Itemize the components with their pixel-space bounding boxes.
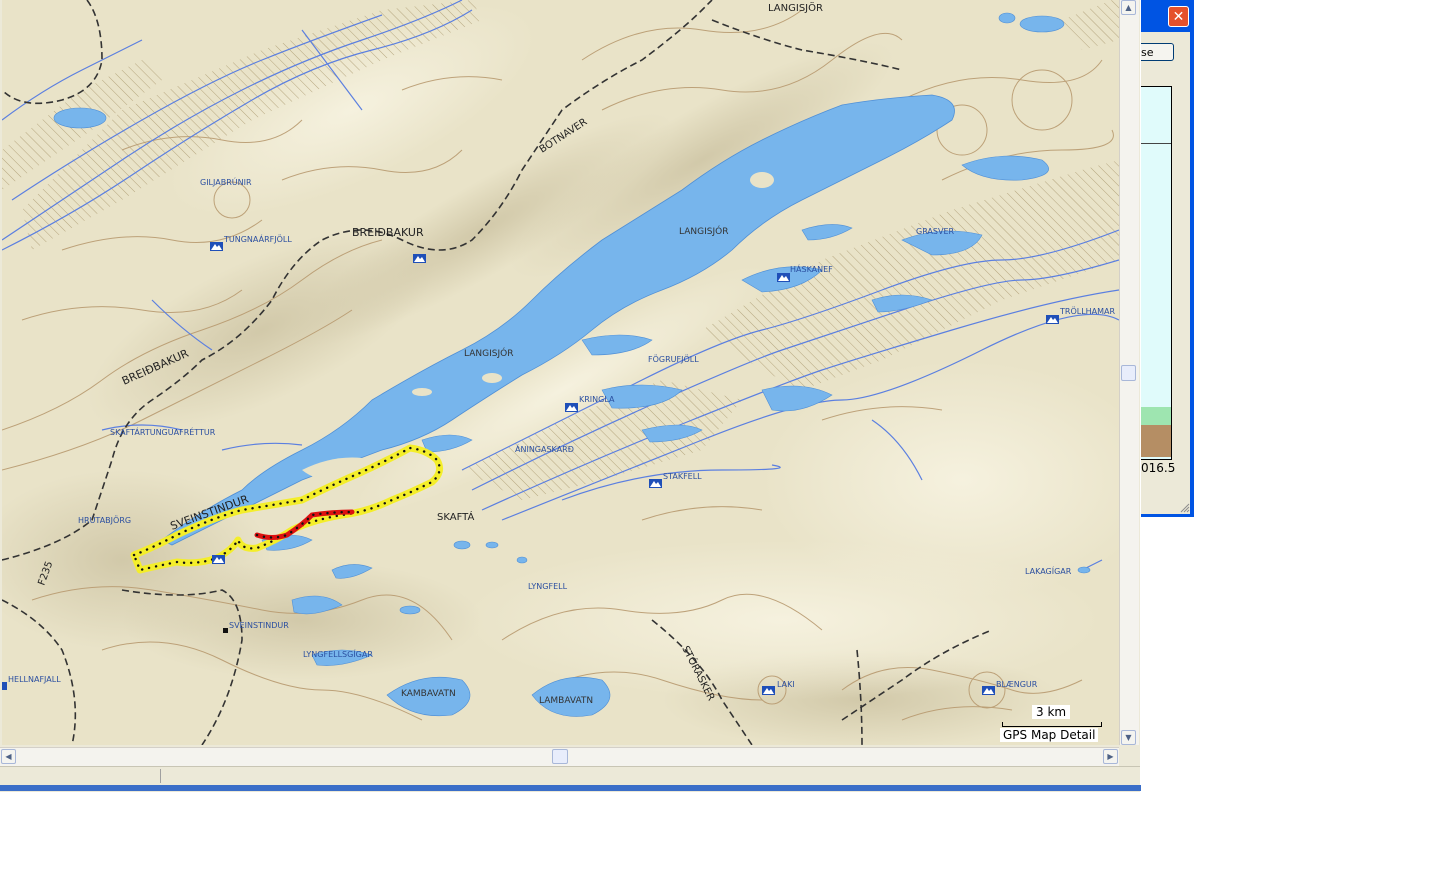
horizontal-scroll-thumb[interactable] [552, 749, 568, 764]
label-blaengur: BLÆNGUR [996, 680, 1038, 689]
topo-map[interactable]: LANGISJÖR BOTNAVER GILJABRÚNIR BREIÐBAKU… [2, 0, 1119, 745]
profile-axis-value: 016.5 [1141, 461, 1176, 475]
close-button-partial[interactable]: se [1141, 43, 1174, 61]
elevation-profile-chart[interactable] [1141, 86, 1172, 460]
label-sveinstindur-peak: SVEINSTINDUR [229, 621, 289, 630]
label-skaftartunguafrettur: SKAFTÁRTUNGUAFRÉTTUR [110, 426, 216, 437]
peak-icon[interactable] [1046, 315, 1059, 324]
status-bar [0, 766, 1140, 786]
label-langisjor-top: LANGISJÖR [768, 1, 823, 14]
peak-icon[interactable] [649, 479, 662, 488]
label-trollhamar: TRÖLLHAMAR [1059, 306, 1116, 316]
resize-grip-icon[interactable] [1180, 503, 1190, 513]
profile-gridline [1141, 143, 1171, 144]
scale-bar [1002, 722, 1102, 727]
scroll-left-button[interactable]: ◀ [1, 749, 16, 764]
horizontal-scrollbar[interactable]: ◀ ▶ [0, 747, 1119, 766]
label-tungnaarfjoll: TUNGNAÁRFJÖLL [223, 233, 292, 244]
peak-icon[interactable] [982, 686, 995, 695]
label-skafta: SKAFTÁ [437, 510, 474, 523]
peak-icon[interactable] [777, 273, 790, 282]
map-detail-label: GPS Map Detail [1000, 728, 1099, 742]
label-haskanef: HÁSKANEF [790, 263, 833, 274]
vertical-scroll-thumb[interactable] [1121, 365, 1136, 381]
label-giljabrunir: GILJABRÚNIR [200, 176, 252, 187]
label-breidbakur-north: BREIÐBAKUR [352, 226, 424, 239]
label-aningaskard: ÁNINGASKARÐ [515, 443, 574, 454]
label-fogrufjoll: FÖGRUFJÖLL [648, 354, 699, 364]
scroll-right-button[interactable]: ▶ [1103, 749, 1118, 764]
peak-icon[interactable] [212, 555, 225, 564]
vertical-scrollbar[interactable]: ▲ ▼ [1119, 0, 1139, 745]
profile-band-green [1141, 407, 1171, 425]
label-stakfell: STAKFELL [663, 472, 702, 481]
label-kambavatn: KAMBAVATN [401, 689, 456, 699]
window-close-button[interactable]: ✕ [1168, 6, 1189, 27]
scale-indicator: 3 km GPS Map Detail [1000, 703, 1105, 743]
label-lyngfellsgigar: LYNGFELLSGÍGAR [303, 648, 373, 659]
peak-icon[interactable] [210, 242, 223, 251]
label-kringla: KRINGLA [579, 395, 615, 404]
label-lakagigar: LAKAGÍGAR [1025, 565, 1072, 576]
label-langisjor-lake: LANGISJÓR [464, 347, 513, 359]
map-view[interactable]: LANGISJÖR BOTNAVER GILJABRÚNIR BREIÐBAKU… [2, 0, 1120, 745]
peak-icon[interactable] [413, 254, 426, 263]
peak-icon[interactable] [2, 682, 7, 690]
label-hrutabjorg: HRÚTABJÖRG [78, 514, 131, 525]
label-lyngfell: LYNGFELL [528, 582, 568, 591]
label-lambavatn: LAMBAVATN [539, 696, 593, 706]
label-grasver: GRASVER [916, 227, 955, 236]
close-icon: ✕ [1172, 8, 1185, 25]
label-hellnafjall: HELLNAFJALL [8, 675, 61, 684]
scale-text: 3 km [1032, 705, 1071, 719]
label-laki: LAKI [777, 680, 795, 689]
peak-icon[interactable] [762, 686, 775, 695]
scroll-down-button[interactable]: ▼ [1121, 730, 1136, 745]
scroll-up-button[interactable]: ▲ [1121, 0, 1136, 15]
window-bottom-border [0, 785, 1141, 791]
waypoint-marker[interactable] [223, 628, 228, 633]
profile-band-terrain [1141, 425, 1171, 457]
map-window: LANGISJÖR BOTNAVER GILJABRÚNIR BREIÐBAKU… [0, 0, 1141, 792]
peak-icon[interactable] [565, 403, 578, 412]
status-divider [160, 769, 161, 783]
label-langisjor-mid: LANGISJÓR [679, 225, 728, 237]
